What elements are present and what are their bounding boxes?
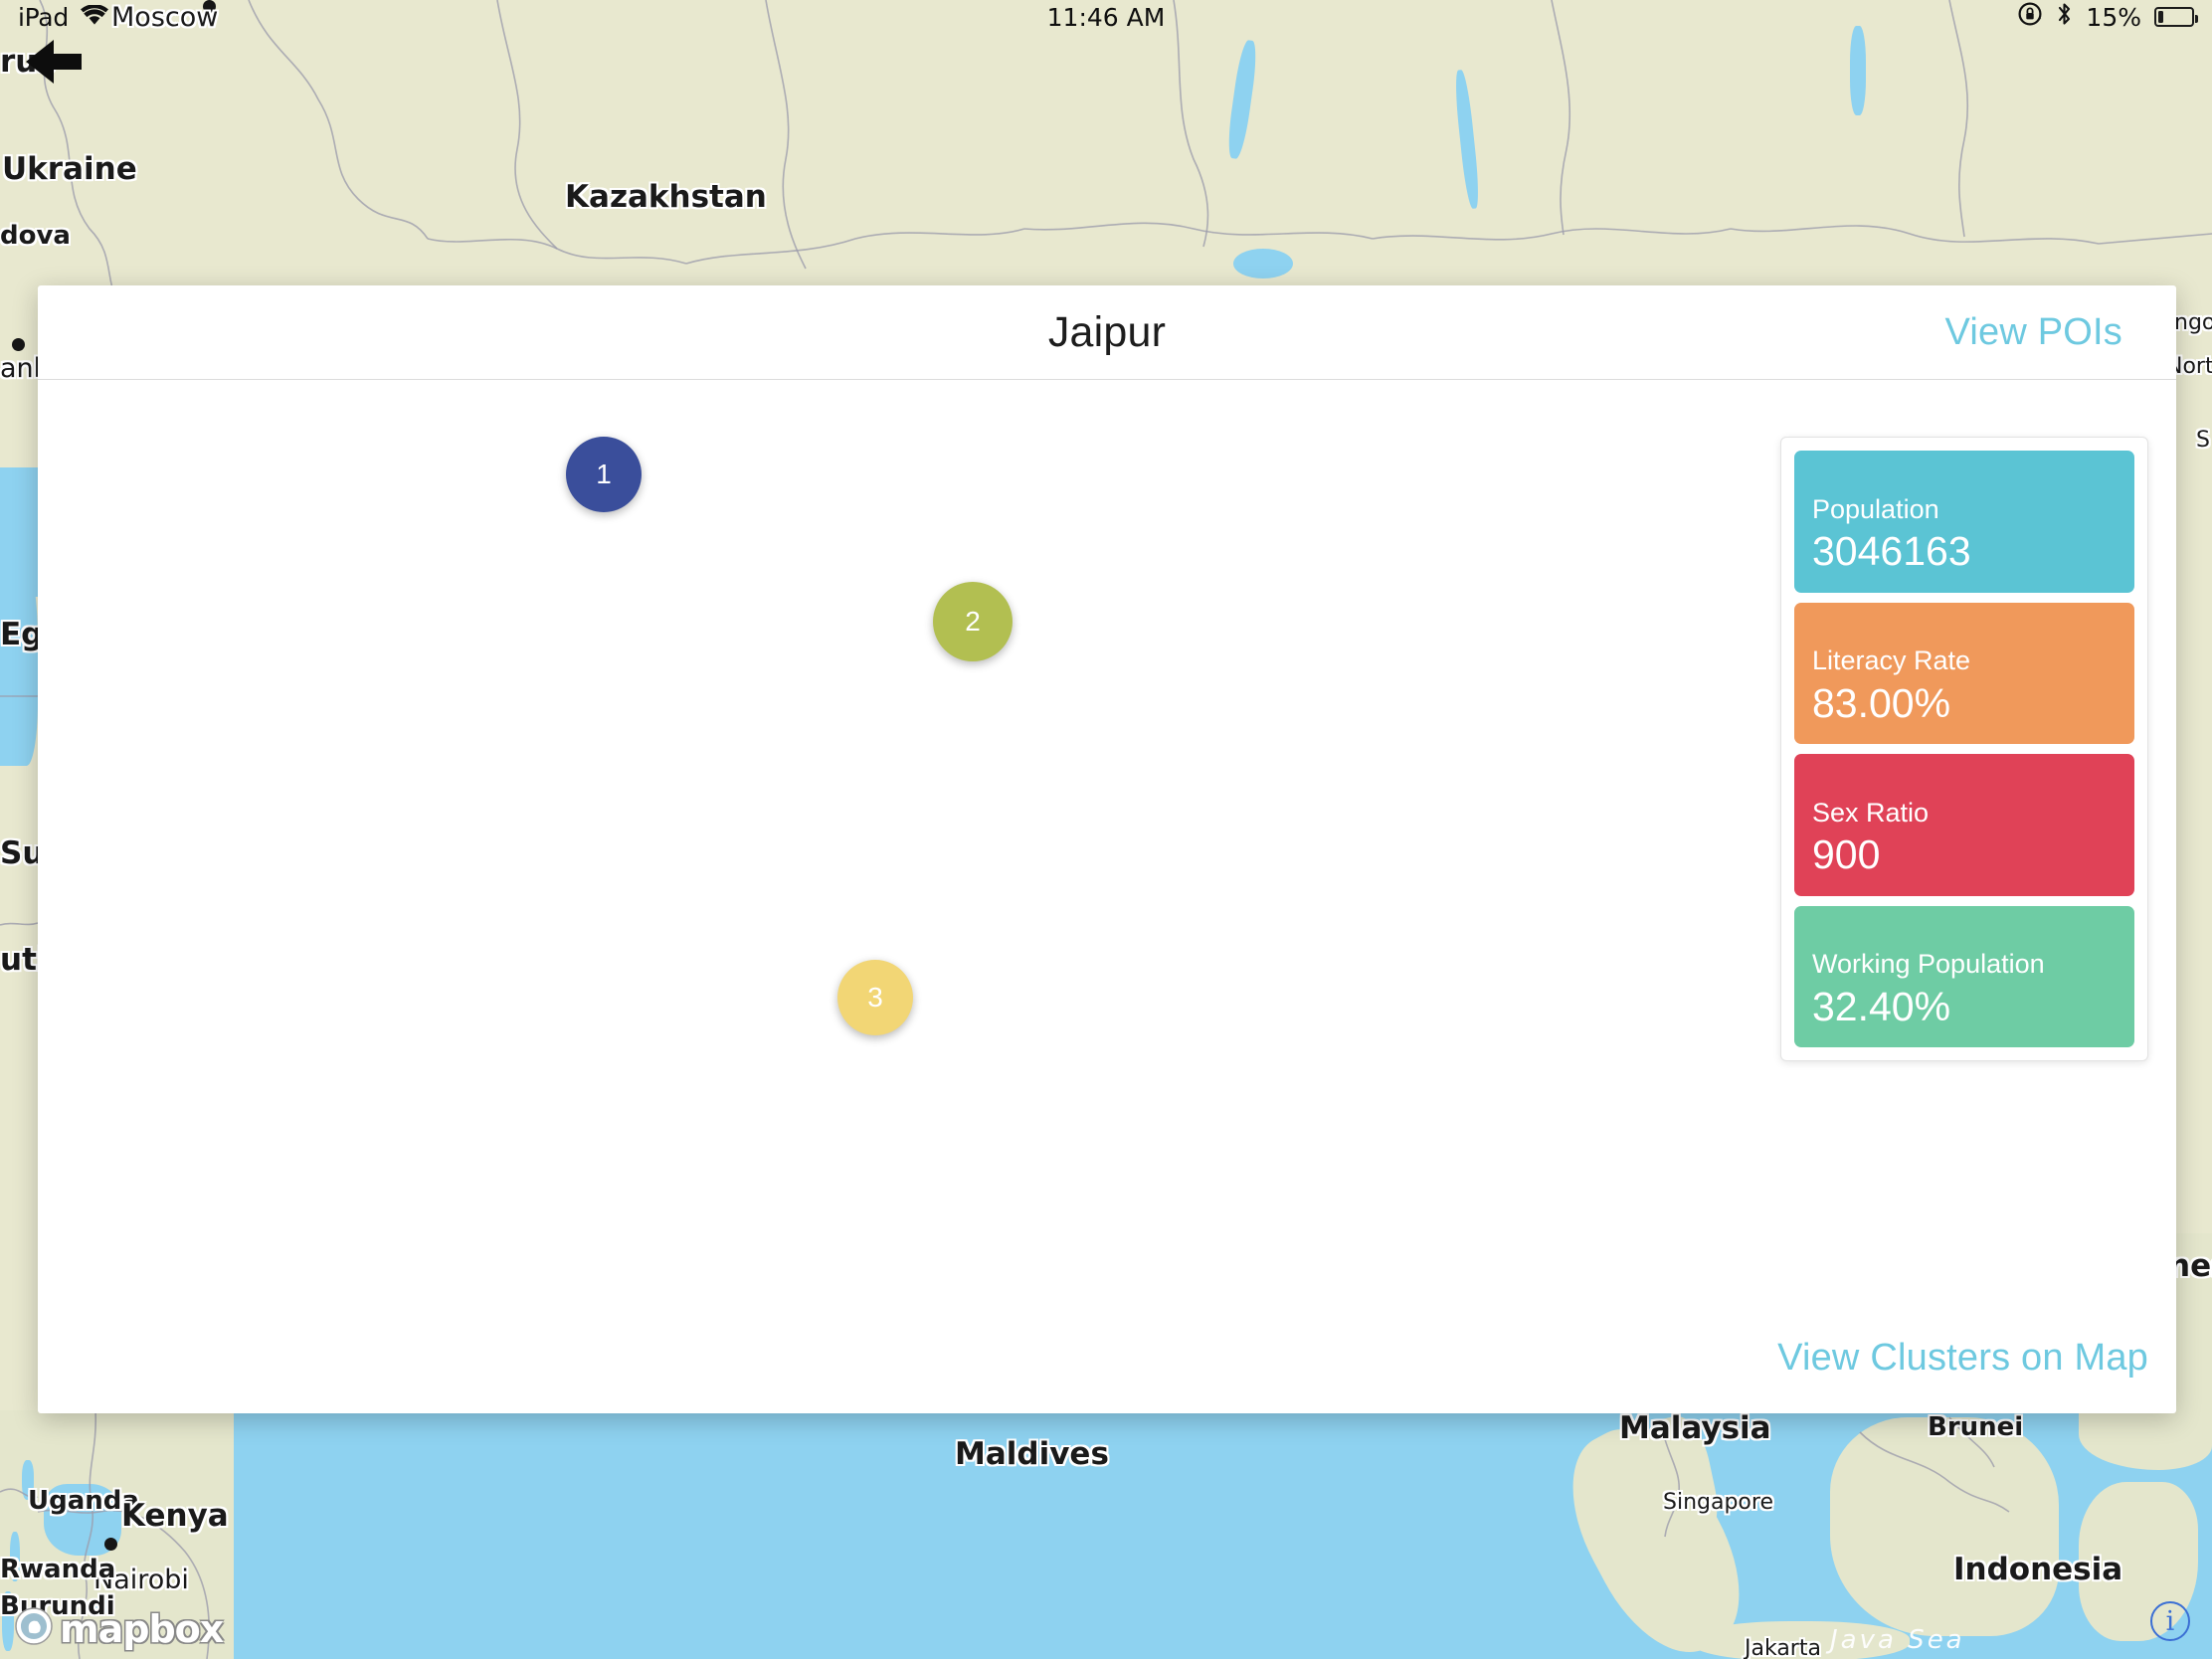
stat-value: 900 [1812, 831, 1881, 878]
battery-icon [2154, 7, 2199, 27]
map-label: Java Sea [1830, 1625, 1965, 1655]
map-label: Brunei [1928, 1412, 2024, 1442]
map-label: Maldives [955, 1436, 1109, 1472]
cluster-marker-label: 2 [965, 606, 981, 637]
cluster-marker-label: 1 [596, 459, 612, 489]
bluetooth-icon [2056, 1, 2073, 33]
map-label: Malaysia [1619, 1410, 1771, 1446]
map-label: Indonesia [1953, 1552, 2123, 1587]
map-label: dova [0, 221, 71, 251]
stat-card-literacy-rate[interactable]: Literacy Rate 83.00% [1794, 602, 2134, 744]
view-pois-link[interactable]: View POIs [1945, 311, 2123, 354]
back-button[interactable] [24, 36, 84, 88]
cluster-marker-label: 3 [867, 982, 883, 1013]
stat-label: Sex Ratio [1812, 797, 1930, 828]
page-title: Jaipur [1047, 307, 1167, 356]
map-label: Rwanda [0, 1555, 116, 1584]
map-label: Ukraine [2, 151, 137, 187]
stat-label: Literacy Rate [1812, 645, 1971, 676]
status-bar: iPad 11:46 AM 15% [0, 0, 2212, 34]
stat-label: Population [1812, 493, 1939, 524]
info-icon[interactable]: i [2150, 1601, 2190, 1641]
map-label: Jakarta [1745, 1636, 1821, 1659]
battery-fill [2158, 11, 2164, 23]
modal-header: Jaipur View POIs [38, 285, 2176, 380]
modal-body: 1 2 3 Population 3046163 Literacy Rate 83.… [38, 380, 2176, 1413]
battery-percent-label: 15% [2086, 2, 2141, 32]
mapbox-mark-icon [14, 1606, 54, 1651]
view-clusters-on-map-link[interactable]: View Clusters on Map [1777, 1337, 2148, 1380]
status-bar-clock: 11:46 AM [1046, 2, 1166, 32]
map-label: S [2196, 428, 2210, 453]
back-arrow-icon [26, 40, 82, 84]
map-city-dot [12, 338, 25, 351]
mapbox-attribution[interactable]: mapbox [14, 1606, 224, 1651]
map-label: Kazakhstan [565, 179, 767, 215]
stat-card-population[interactable]: Population 3046163 [1794, 451, 2134, 593]
app-root: MoscowUkraineKazakhstanrusdovaanbuEgySud… [0, 0, 2212, 1659]
stat-card-sex-ratio[interactable]: Sex Ratio 900 [1794, 754, 2134, 896]
cluster-marker-3[interactable]: 3 [837, 960, 913, 1035]
stat-value: 83.00% [1812, 679, 1951, 726]
cluster-marker-2[interactable]: 2 [933, 582, 1013, 661]
stat-value: 3046163 [1812, 528, 1971, 575]
map-city-dot [104, 1538, 117, 1551]
mapbox-wordmark: mapbox [60, 1606, 224, 1651]
status-bar-right: 15% [2017, 1, 2199, 33]
cluster-marker-1[interactable]: 1 [566, 437, 642, 512]
map-label: Singapore [1663, 1490, 1773, 1515]
map-label: Kenya [121, 1498, 229, 1534]
stat-value: 32.40% [1812, 983, 1951, 1029]
stat-label: Working Population [1812, 949, 2045, 980]
map-label: ngo [2174, 310, 2212, 335]
rotation-lock-icon [2017, 1, 2043, 33]
jaipur-detail-modal: Jaipur View POIs 1 2 3 Population 3046163 … [38, 285, 2176, 1413]
stat-card-working-population[interactable]: Working Population 32.40% [1794, 905, 2134, 1047]
stats-panel: Population 3046163 Literacy Rate 83.00% … [1780, 437, 2148, 1061]
